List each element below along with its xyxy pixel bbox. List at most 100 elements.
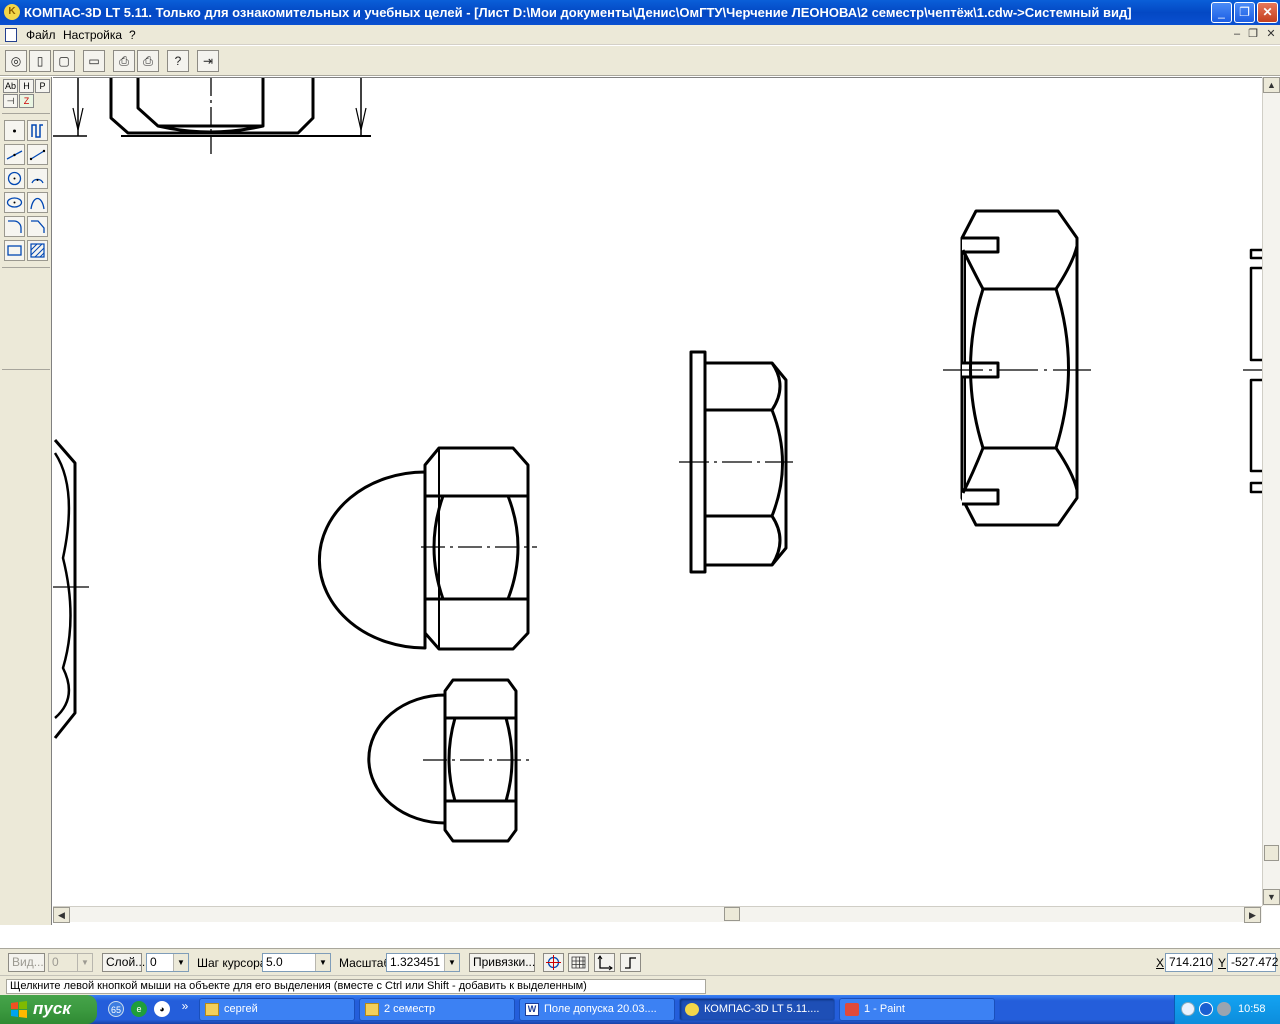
context-help-icon[interactable]: ? [167,50,189,72]
parallel-segment-icon[interactable] [27,144,48,165]
menu-settings[interactable]: Настройка [63,28,122,42]
task-label: 1 - Paint [864,1003,905,1015]
tab-text[interactable]: Ab [3,79,18,93]
scale-label: Масштаб [339,956,391,970]
ellipse-icon[interactable] [4,192,25,213]
new-document-icon[interactable]: ▢ [53,50,75,72]
doc-minimize-button[interactable]: – [1230,28,1244,41]
divider [2,267,50,268]
chamfer-icon[interactable] [27,216,48,237]
vertical-scrollbar[interactable]: ▲ ▼ [1262,77,1280,906]
manager-icon[interactable]: ◎ [5,50,27,72]
scroll-down-button[interactable]: ▼ [1263,889,1280,905]
open-folder-icon[interactable]: ▭ [83,50,105,72]
property-bar: Вид... 0 ▼ Слой... 0 ▼ Шаг курсора 5.0 ▼… [0,948,1280,975]
y-coordinate-field[interactable]: -527.472 [1227,953,1278,972]
tab-dimensions[interactable]: H [19,79,34,93]
doc-restore-button[interactable]: ❐ [1246,28,1260,41]
new-sheet-icon[interactable]: ▯ [29,50,51,72]
maximize-button[interactable]: ❐ [1234,2,1255,23]
print-icon[interactable]: ⎙ [137,50,159,72]
snaps-button[interactable]: Привязки... [469,953,535,972]
tab-geometry[interactable]: Z [19,94,34,108]
drawing-canvas[interactable] [53,77,1262,906]
hatch-icon[interactable] [27,240,48,261]
scroll-right-button[interactable]: ▶ [1244,907,1261,923]
status-message: Щелкните левой кнопкой мыши на объекте д… [6,979,706,994]
local-coordinates-icon[interactable] [594,953,615,972]
taskbar: пуск 65 e ◕ » сергей 2 семестр W Поле до… [0,995,1280,1024]
task-label: Поле допуска 20.03.... [544,1003,657,1015]
x-coordinate-field[interactable]: 714.210 [1165,953,1213,972]
window-title: КОМПАС-3D LT 5.11. Только для ознакомите… [24,5,1132,20]
view-select[interactable]: 0 ▼ [48,953,93,972]
kompas-icon: K [4,4,20,20]
rectangle-icon[interactable] [4,240,25,261]
internet-explorer-icon[interactable]: e [131,1001,147,1017]
doc-close-button[interactable]: ✕ [1264,28,1278,41]
task-label: 2 семестр [384,1003,436,1015]
status-bar: Щелкните левой кнопкой мыши на объекте д… [0,975,1280,995]
point-icon[interactable] [4,120,25,141]
snap-toggle-icon[interactable] [543,953,564,972]
chevron-left-icon[interactable] [1181,1002,1195,1016]
quick-launch-app-icon[interactable]: 65 [108,1001,124,1017]
taskbar-item-folder-semester[interactable]: 2 семестр [359,998,515,1021]
drawing-cap-nut-large [317,446,537,651]
drawing-right-fragment [1243,248,1262,494]
taskbar-item-word[interactable]: W Поле допуска 20.03.... [519,998,675,1021]
scale-select[interactable]: 1.323451 ▼ [386,953,460,972]
menu-bar: Файл Настройка ? – ❐ ✕ [0,25,1280,45]
main-toolbar: ◎ ▯ ▢ ▭ ⎙ ⎙ ? ⇥ [0,46,1280,76]
cursor-step-select[interactable]: 5.0 ▼ [262,953,331,972]
folder-icon [205,1003,219,1016]
chevron-down-icon: ▼ [77,954,92,971]
drawing-slotted-nut [943,209,1091,527]
bezier-icon[interactable] [27,192,48,213]
start-label: пуск [33,999,71,1018]
segment-icon[interactable] [4,144,25,165]
cursor-step-value: 5.0 [266,955,283,969]
chevron-down-icon: ▼ [173,954,188,971]
minimize-button[interactable]: _ [1211,2,1232,23]
auxiliary-line-icon[interactable] [27,120,48,141]
taskbar-item-paint[interactable]: 1 - Paint [839,998,995,1021]
start-button[interactable]: пуск [0,995,97,1024]
tab-edit[interactable]: P [35,79,50,93]
menu-file[interactable]: Файл [26,28,56,42]
horizontal-scroll-thumb[interactable] [724,907,740,921]
drawing-flange-nut [679,350,793,574]
chevron-down-icon: ▼ [315,954,330,971]
task-label: КОМПАС-3D LT 5.11.... [704,1003,820,1015]
layer-select[interactable]: 0 ▼ [146,953,189,972]
scale-value: 1.323451 [390,955,441,969]
ortho-mode-icon[interactable] [620,953,641,972]
windows-logo-icon [11,1001,27,1018]
scroll-left-button[interactable]: ◀ [53,907,70,923]
horizontal-scrollbar[interactable]: ◀ ▶ [53,906,1262,923]
vertical-scroll-thumb[interactable] [1264,845,1279,861]
document-icon[interactable] [5,28,17,42]
view-button[interactable]: Вид... [8,953,45,972]
panda-icon[interactable]: ◕ [154,1001,170,1017]
bluetooth-icon[interactable] [1199,1002,1213,1016]
drawing-nut-top-fragment [53,78,371,158]
grid-icon[interactable] [568,953,589,972]
taskbar-item-folder-sergey[interactable]: сергей [199,998,355,1021]
print-preview-icon[interactable]: ⎙ [113,50,135,72]
tab-measure[interactable]: ⊣ [3,94,18,108]
scroll-up-button[interactable]: ▲ [1263,77,1280,93]
chevron-right-icon[interactable]: » [177,998,193,1014]
exit-icon[interactable]: ⇥ [197,50,219,72]
speaker-icon[interactable] [1217,1002,1231,1016]
fillet-icon[interactable] [4,216,25,237]
arc-icon[interactable] [27,168,48,189]
divider [2,369,50,370]
close-button[interactable]: ✕ [1257,2,1278,23]
view-value: 0 [52,955,59,969]
circle-icon[interactable] [4,168,25,189]
taskbar-item-kompas[interactable]: КОМПАС-3D LT 5.11.... [679,998,835,1021]
menu-help[interactable]: ? [129,28,136,42]
drawing-nut-left-fragment [53,439,89,739]
layer-button[interactable]: Слой... [102,953,145,972]
